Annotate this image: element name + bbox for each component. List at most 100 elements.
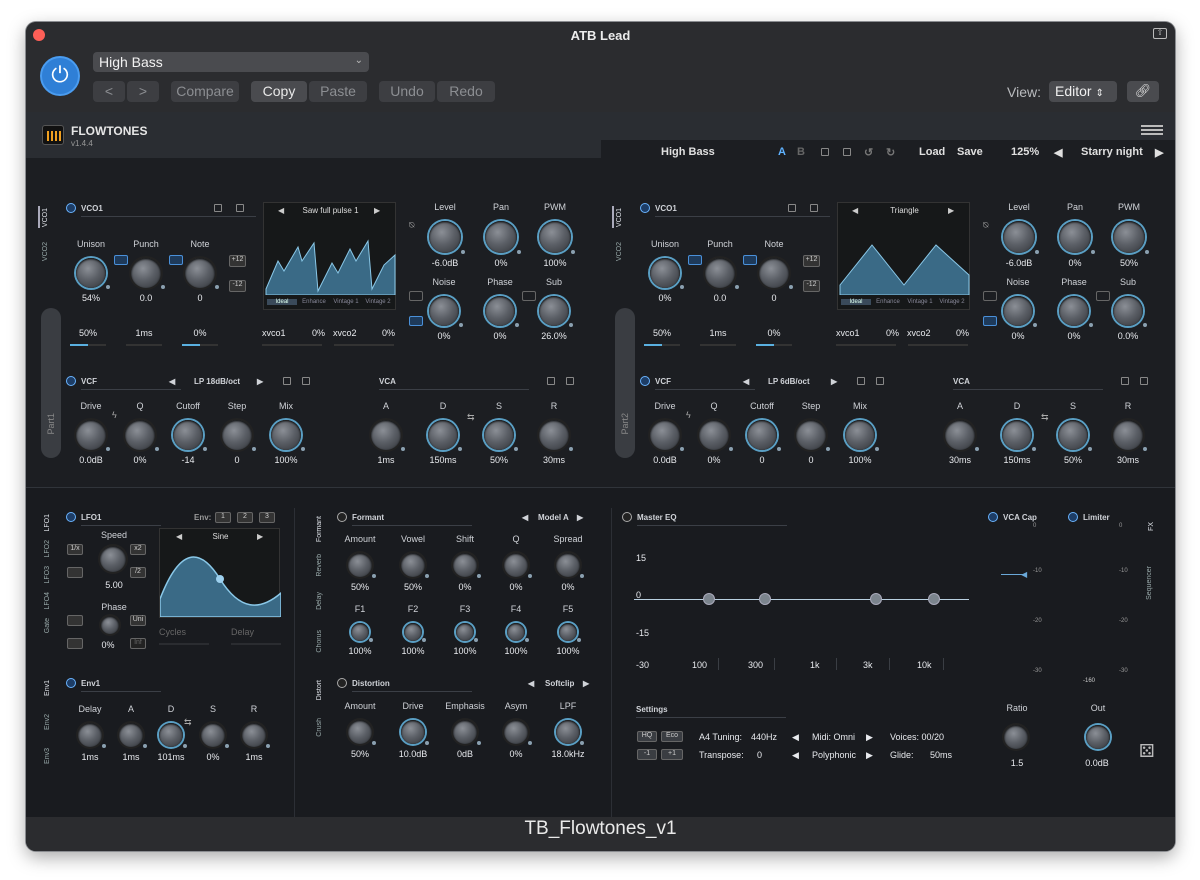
- vco-punch-knob[interactable]: [131, 258, 161, 288]
- paste-button[interactable]: Paste: [309, 81, 367, 102]
- tab-lfo2[interactable]: LFO2: [44, 540, 51, 558]
- eq-band-1-handle[interactable]: [703, 593, 715, 605]
- unison-mode-icon[interactable]: [688, 255, 702, 265]
- sub-param-slider[interactable]: [182, 344, 218, 346]
- lfo-wave-display[interactable]: ◀ Sine ▶: [159, 528, 281, 618]
- tab-env2[interactable]: Env2: [44, 714, 51, 730]
- vco-phase-knob[interactable]: [485, 296, 515, 326]
- poly-mode[interactable]: Polyphonic: [812, 750, 856, 760]
- env-d-knob[interactable]: [159, 723, 183, 747]
- copy-icon[interactable]: [857, 377, 865, 385]
- sub-mode-icon[interactable]: [1096, 291, 1110, 301]
- tab-lfo4[interactable]: LFO4: [44, 592, 51, 610]
- eq-graph[interactable]: 15 0 -15 -30 100 300 1k 3k 10k: [634, 528, 969, 678]
- midi-prev-icon[interactable]: ◀: [792, 732, 799, 743]
- vco-pwm-knob[interactable]: [1113, 221, 1145, 253]
- vca-a-knob[interactable]: [945, 420, 975, 450]
- distortion-lpf-knob[interactable]: [556, 720, 580, 744]
- lfo-delay-slider[interactable]: [231, 643, 281, 645]
- vca-r-knob[interactable]: [1113, 420, 1143, 450]
- vco-note-knob[interactable]: [759, 258, 789, 288]
- tab-vco2[interactable]: VCO2: [616, 242, 623, 261]
- unison-mode-icon[interactable]: [114, 255, 128, 265]
- hq-button[interactable]: HQ: [637, 731, 657, 742]
- view-dropdown[interactable]: Editor ⇕: [1049, 81, 1117, 102]
- wave-mode-1[interactable]: Enhance: [299, 299, 329, 305]
- vco-sub-knob[interactable]: [1113, 296, 1143, 326]
- vco-level-knob[interactable]: [1003, 221, 1035, 253]
- tab-sequencer[interactable]: Sequencer: [1146, 566, 1153, 600]
- vcf-step-knob[interactable]: [222, 420, 252, 450]
- threshold-handle-icon[interactable]: ◀: [1021, 570, 1027, 579]
- tab-crush[interactable]: Crush: [316, 718, 323, 737]
- cycles-slider[interactable]: [159, 643, 209, 645]
- play-sync-icon[interactable]: [67, 638, 83, 649]
- vcf-power-icon[interactable]: [66, 376, 76, 386]
- paste-icon[interactable]: [302, 377, 310, 385]
- vca-s-knob[interactable]: [484, 420, 514, 450]
- vco-punch-knob[interactable]: [705, 258, 735, 288]
- vco-unison-knob[interactable]: [76, 258, 106, 288]
- ds-link-icon[interactable]: ⇆: [467, 412, 475, 423]
- xvco1-slider[interactable]: [836, 344, 896, 346]
- copy-icon[interactable]: [547, 377, 555, 385]
- xvco1-slider[interactable]: [262, 344, 322, 346]
- vcf-next-icon[interactable]: ▶: [831, 377, 837, 386]
- lfo-phase-handle[interactable]: [216, 575, 224, 583]
- formant-f2-knob[interactable]: [404, 623, 422, 641]
- model-prev-icon[interactable]: ◀: [522, 513, 528, 522]
- env-2-button[interactable]: 2: [237, 512, 253, 523]
- punch-mode-icon[interactable]: [169, 255, 183, 265]
- tab-lfo3[interactable]: LFO3: [44, 566, 51, 584]
- tab-fx[interactable]: FX: [1148, 522, 1155, 531]
- paste-icon[interactable]: [566, 377, 574, 385]
- mute-icon[interactable]: ⍉: [409, 220, 414, 231]
- env-a-knob[interactable]: [119, 723, 143, 747]
- keyboard-sync-icon[interactable]: [67, 615, 83, 626]
- slot-a[interactable]: A: [778, 146, 786, 158]
- redo-button[interactable]: Redo: [437, 81, 495, 102]
- eq-band-2-handle[interactable]: [759, 593, 771, 605]
- distortion-power-icon[interactable]: [337, 678, 347, 688]
- paste-icon[interactable]: [236, 204, 244, 212]
- prev-preset-button[interactable]: <: [93, 81, 125, 102]
- minus12-button[interactable]: -12: [229, 280, 246, 292]
- tab-lfo1[interactable]: LFO1: [44, 514, 51, 532]
- formant-spread-knob[interactable]: [556, 553, 580, 577]
- punch-mode-icon[interactable]: [743, 255, 757, 265]
- copy-button[interactable]: Copy: [251, 81, 307, 102]
- sub-param-slider[interactable]: [70, 344, 106, 346]
- infinite-button[interactable]: Inf: [130, 638, 146, 649]
- vcf-next-icon[interactable]: ▶: [257, 377, 263, 386]
- poly-prev-icon[interactable]: ◀: [792, 750, 799, 761]
- reciprocal-button[interactable]: 1/x: [67, 544, 83, 555]
- power-button[interactable]: ⏻: [40, 56, 80, 96]
- vco-power-icon[interactable]: [640, 203, 650, 213]
- slot-b[interactable]: B: [797, 146, 805, 158]
- tab-chorus[interactable]: Chorus: [316, 630, 323, 653]
- formant-f3-knob[interactable]: [456, 623, 474, 641]
- vcf-cutoff-knob[interactable]: [173, 420, 203, 450]
- copy-icon[interactable]: [1121, 377, 1129, 385]
- wave-mode-2[interactable]: Vintage 1: [331, 299, 361, 305]
- tab-vco2[interactable]: VCO2: [42, 242, 49, 261]
- eq-band-4-handle[interactable]: [928, 593, 940, 605]
- tab-formant[interactable]: Formant: [316, 516, 323, 542]
- wave-next-icon[interactable]: ▶: [374, 206, 380, 215]
- x2-button[interactable]: x2: [130, 544, 146, 555]
- paste-icon[interactable]: [876, 377, 884, 385]
- tab-vco1[interactable]: VCO1: [616, 208, 623, 227]
- vco-noise-knob[interactable]: [1003, 296, 1033, 326]
- noise-mode-icon[interactable]: [409, 291, 423, 301]
- paste-icon[interactable]: [1140, 377, 1148, 385]
- formant-model[interactable]: Model A: [538, 513, 569, 522]
- midi-next-icon[interactable]: ▶: [866, 732, 873, 743]
- next-preset-button[interactable]: >: [127, 81, 159, 102]
- wave-mode-1[interactable]: Enhance: [873, 299, 903, 305]
- vco-pwm-knob[interactable]: [539, 221, 571, 253]
- vcf-drive-knob[interactable]: [650, 420, 680, 450]
- formant-f5-knob[interactable]: [559, 623, 577, 641]
- out-knob[interactable]: [1086, 725, 1110, 749]
- distortion-mode[interactable]: Softclip: [545, 679, 574, 688]
- lfo-next-icon[interactable]: ▶: [257, 532, 263, 541]
